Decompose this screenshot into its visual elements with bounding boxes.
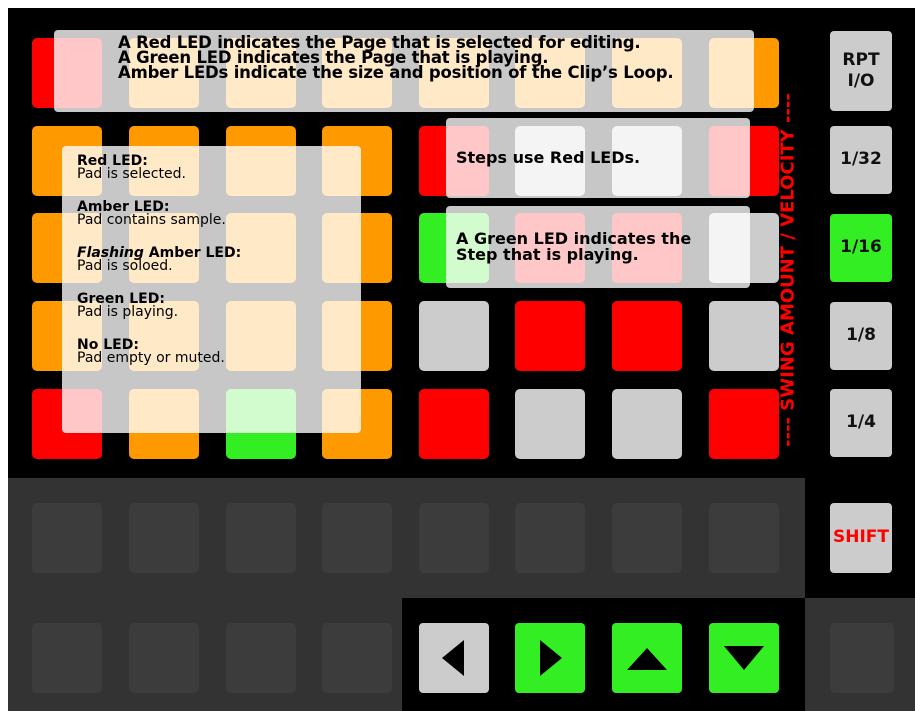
rate-1-8-label: 1/8 — [846, 325, 876, 346]
left-arrow-icon — [442, 640, 464, 676]
legend-amber: Amber LED: Pad contains sample. — [77, 200, 361, 228]
legend-red: Red LED: Pad is selected. — [77, 154, 361, 182]
bottom-pad-7[interactable] — [612, 503, 682, 573]
controller-panel: RPT I/O 1/32 1/16 1/8 1/4 SHIFT ---- SWI… — [8, 8, 915, 711]
legend-red-desc: Pad is selected. — [77, 166, 186, 182]
rate-1-16-label: 1/16 — [840, 237, 882, 258]
rate-1-4-label: 1/4 — [846, 412, 876, 433]
playing-step-line-2: Step that is playing. — [456, 245, 639, 264]
step-pad-15[interactable] — [612, 389, 682, 459]
bottom-pad-9[interactable] — [32, 623, 102, 693]
rpt-label: RPT — [842, 49, 880, 70]
rate-1-32-label: 1/32 — [840, 149, 882, 170]
legend-green-desc: Pad is playing. — [77, 304, 179, 320]
bottom-pad-4[interactable] — [322, 503, 392, 573]
step-pad-10[interactable] — [515, 301, 585, 371]
swing-velocity-label: ---- SWING AMOUNT / VELOCITY ---- — [777, 93, 799, 447]
bottom-pad-13[interactable] — [830, 623, 894, 693]
pad-legend-overlay: Red LED: Pad is selected. Amber LED: Pad… — [62, 146, 361, 433]
rate-1-16-button[interactable]: 1/16 — [830, 214, 892, 282]
right-arrow-icon — [540, 640, 562, 676]
bottom-pad-1[interactable] — [32, 503, 102, 573]
bottom-pad-11[interactable] — [226, 623, 296, 693]
rate-1-4-button[interactable]: 1/4 — [830, 389, 892, 457]
down-arrow-icon — [724, 646, 764, 670]
bottom-pad-area — [8, 478, 805, 598]
legend-none: No LED: Pad empty or muted. — [77, 338, 361, 366]
step-pad-13[interactable] — [419, 389, 489, 459]
step-pad-16[interactable] — [709, 389, 779, 459]
rate-1-32-button[interactable]: 1/32 — [830, 126, 892, 194]
up-arrow-button[interactable] — [612, 623, 682, 693]
down-arrow-button[interactable] — [709, 623, 779, 693]
steps-text: Steps use Red LEDs. — [456, 148, 641, 167]
legend-green: Green LED: Pad is playing. — [77, 292, 361, 320]
legend-amber-desc: Pad contains sample. — [77, 212, 226, 228]
shift-label: SHIFT — [832, 527, 889, 548]
page-legend-line-3: Amber LEDs indicate the size and positio… — [118, 63, 674, 82]
bottom-pad-5[interactable] — [419, 503, 489, 573]
bottom-pad-10[interactable] — [129, 623, 199, 693]
rpt-io-button[interactable]: RPT I/O — [830, 31, 892, 111]
legend-flashing: Flashing Amber LED: Pad is soloed. — [77, 246, 361, 274]
step-pad-9[interactable] — [419, 301, 489, 371]
left-arrow-button[interactable] — [419, 623, 489, 693]
bottom-pad-2[interactable] — [129, 503, 199, 573]
shift-button[interactable]: SHIFT — [830, 503, 892, 573]
step-pad-11[interactable] — [612, 301, 682, 371]
io-label: I/O — [847, 71, 875, 91]
bottom-pad-6[interactable] — [515, 503, 585, 573]
legend-flashing-desc: Pad is soloed. — [77, 258, 173, 274]
steps-overlay: Steps use Red LEDs. — [446, 118, 750, 198]
step-pad-12[interactable] — [709, 301, 779, 371]
bottom-pad-8[interactable] — [709, 503, 779, 573]
playing-step-overlay: A Green LED indicates the Step that is p… — [446, 206, 750, 288]
step-pad-14[interactable] — [515, 389, 585, 459]
up-arrow-icon — [627, 648, 667, 670]
right-arrow-button[interactable] — [515, 623, 585, 693]
bottom-pad-3[interactable] — [226, 503, 296, 573]
rate-1-8-button[interactable]: 1/8 — [830, 302, 892, 370]
page-legend-overlay: A Red LED indicates the Page that is sel… — [54, 30, 754, 112]
legend-none-desc: Pad empty or muted. — [77, 350, 225, 366]
bottom-pad-12[interactable] — [322, 623, 392, 693]
